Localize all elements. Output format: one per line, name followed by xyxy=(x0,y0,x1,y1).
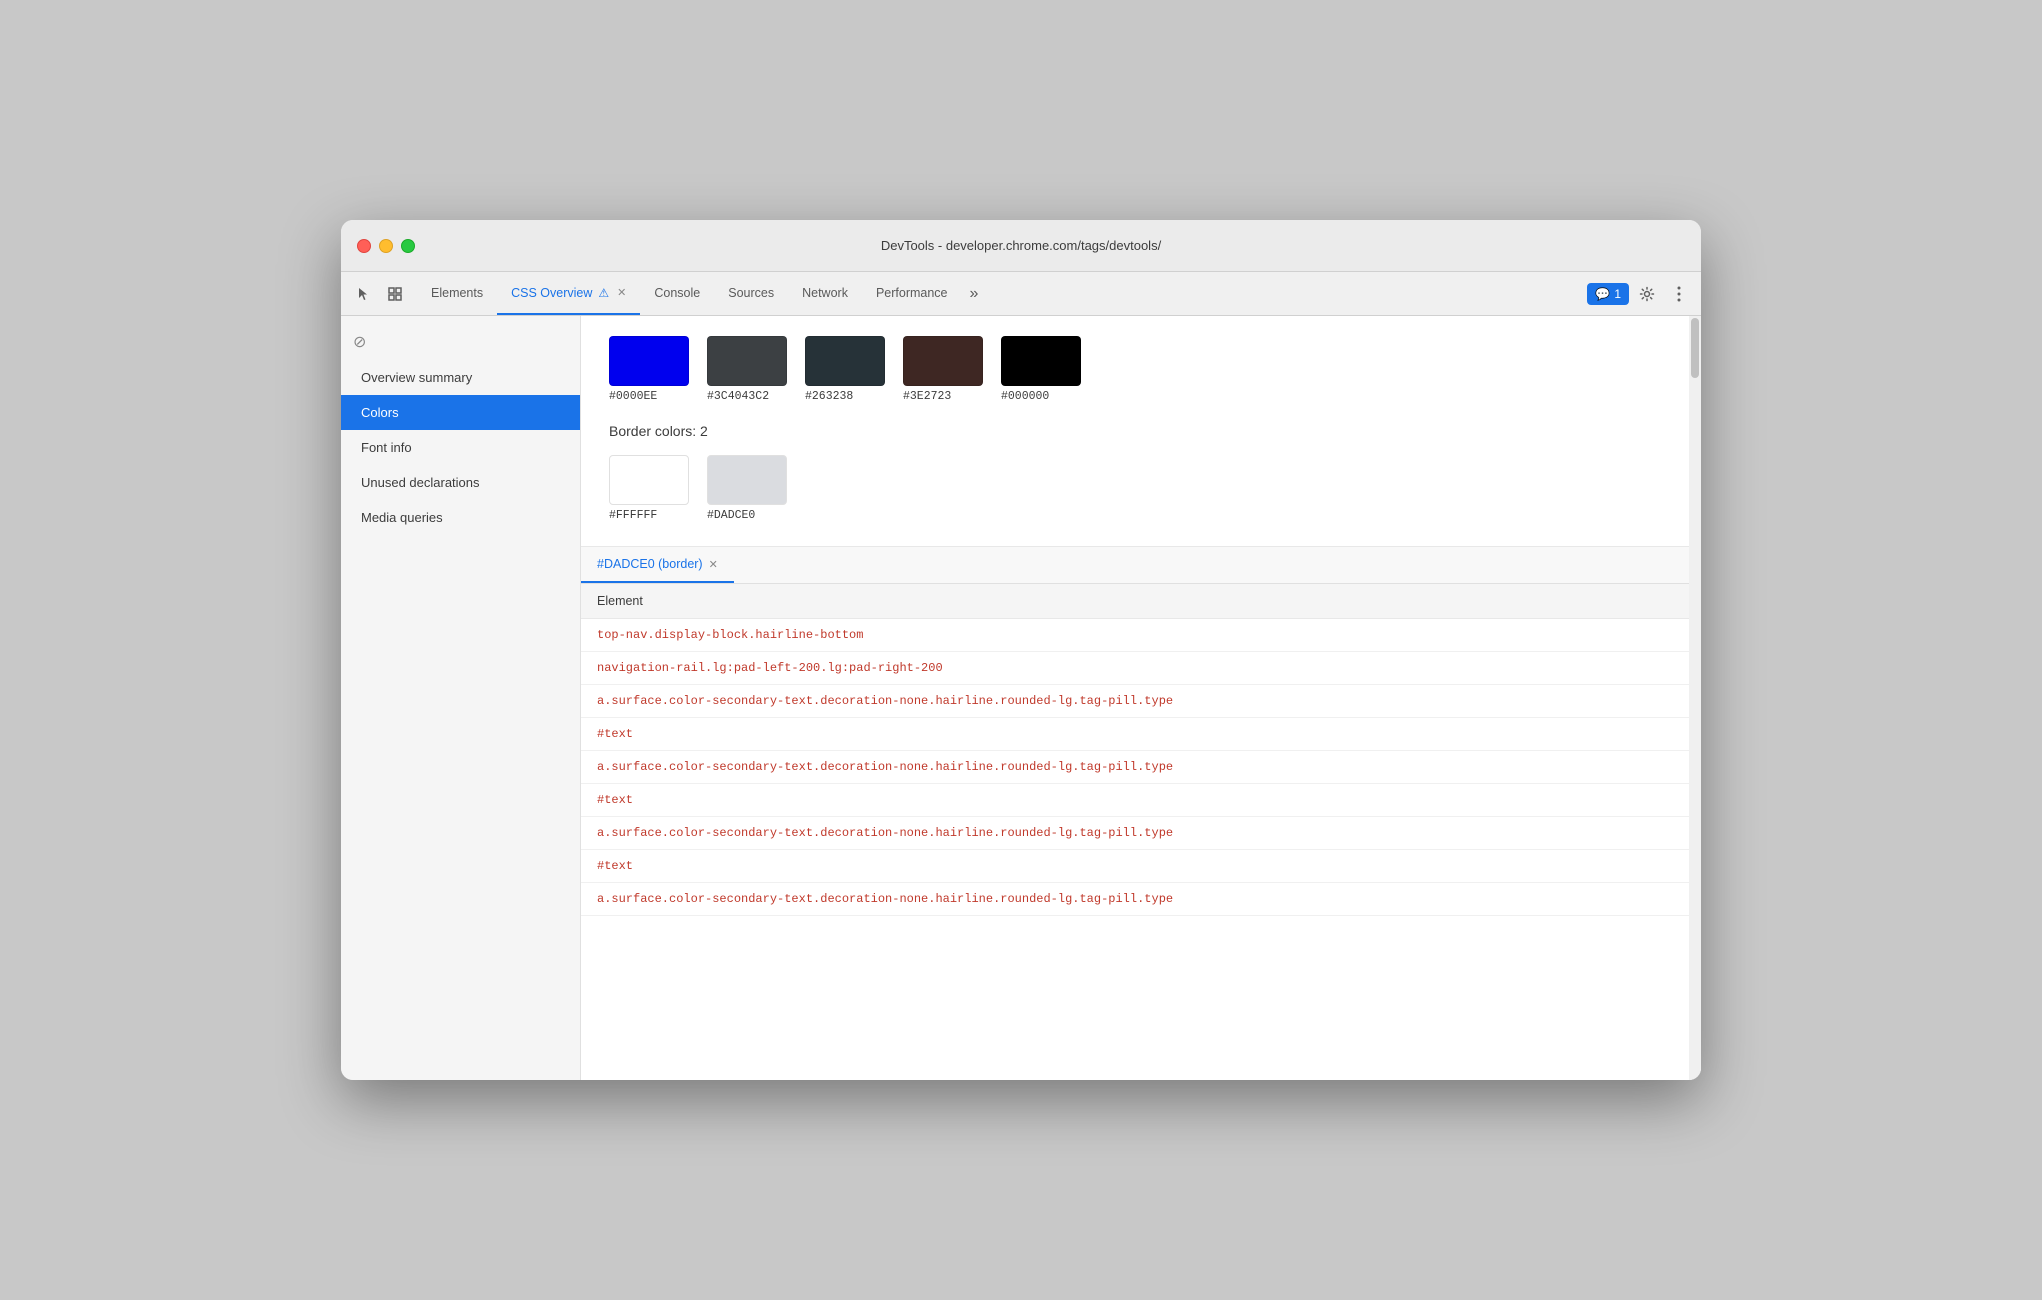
element-row[interactable]: a.surface.color-secondary-text.decoratio… xyxy=(581,685,1689,718)
border-swatch-item[interactable]: #FFFFFF xyxy=(609,455,689,522)
warning-icon: ⚠ xyxy=(598,286,609,300)
color-swatch[interactable] xyxy=(707,336,787,386)
border-swatch[interactable] xyxy=(609,455,689,505)
element-row[interactable]: #text xyxy=(581,718,1689,751)
more-tabs-button[interactable]: » xyxy=(962,272,987,315)
scrollbar-thumb[interactable] xyxy=(1691,318,1699,378)
tab-bar: Elements CSS Overview ⚠ ✕ Console Source… xyxy=(341,272,1701,316)
inspect-icon[interactable] xyxy=(381,280,409,308)
element-tabs: #DADCE0 (border) ✕ xyxy=(581,547,1689,584)
tabs-list: Elements CSS Overview ⚠ ✕ Console Source… xyxy=(417,272,1587,315)
colors-section: #0000EE #3C4043C2 #263238 xyxy=(581,316,1689,547)
top-color-swatches: #0000EE #3C4043C2 #263238 xyxy=(609,336,1661,403)
color-swatch-item[interactable]: #263238 xyxy=(805,336,885,403)
element-list-header: Element xyxy=(581,584,1689,619)
element-row[interactable]: navigation-rail.lg:pad-left-200.lg:pad-r… xyxy=(581,652,1689,685)
tab-network[interactable]: Network xyxy=(788,272,862,315)
tab-sources[interactable]: Sources xyxy=(714,272,788,315)
color-swatch[interactable] xyxy=(903,336,983,386)
title-bar: DevTools - developer.chrome.com/tags/dev… xyxy=(341,220,1701,272)
border-swatch[interactable] xyxy=(707,455,787,505)
sidebar-item-media-queries[interactable]: Media queries xyxy=(341,500,580,535)
element-row[interactable]: #text xyxy=(581,850,1689,883)
color-hex-label: #263238 xyxy=(805,390,853,403)
close-button[interactable] xyxy=(357,239,371,253)
color-swatch-item[interactable]: #000000 xyxy=(1001,336,1081,403)
element-row[interactable]: a.surface.color-secondary-text.decoratio… xyxy=(581,883,1689,916)
border-swatches-row: #FFFFFF #DADCE0 xyxy=(609,455,1661,522)
content-panel: #0000EE #3C4043C2 #263238 xyxy=(581,316,1701,1080)
element-row[interactable]: a.surface.color-secondary-text.decoratio… xyxy=(581,751,1689,784)
color-swatch[interactable] xyxy=(609,336,689,386)
sidebar-item-colors[interactable]: Colors xyxy=(341,395,580,430)
cursor-icon[interactable] xyxy=(349,280,377,308)
tab-performance[interactable]: Performance xyxy=(862,272,962,315)
sidebar-item-unused-declarations[interactable]: Unused declarations xyxy=(341,465,580,500)
color-hex-label: #3C4043C2 xyxy=(707,390,769,403)
element-panel: #DADCE0 (border) ✕ Element top-nav.displ… xyxy=(581,547,1689,1080)
sidebar-top: ⊘ xyxy=(341,324,580,360)
content-with-scrollbar: #0000EE #3C4043C2 #263238 xyxy=(581,316,1701,1080)
sidebar: ⊘ Overview summary Colors Font info Unus… xyxy=(341,316,581,1080)
tab-elements[interactable]: Elements xyxy=(417,272,497,315)
traffic-lights xyxy=(357,239,415,253)
element-row[interactable]: top-nav.display-block.hairline-bottom xyxy=(581,619,1689,652)
element-tab-dadce0[interactable]: #DADCE0 (border) ✕ xyxy=(581,547,734,583)
color-hex-label: #000000 xyxy=(1001,390,1049,403)
border-hex-label: #DADCE0 xyxy=(707,509,755,522)
border-colors-section: Border colors: 2 #FFFFFF #DADCE0 xyxy=(609,423,1661,522)
color-swatch-item[interactable]: #3E2723 xyxy=(903,336,983,403)
maximize-button[interactable] xyxy=(401,239,415,253)
chat-icon: 💬 xyxy=(1595,287,1610,301)
element-list: top-nav.display-block.hairline-bottom na… xyxy=(581,619,1689,1080)
more-options-icon[interactable] xyxy=(1665,280,1693,308)
tab-close-icon[interactable]: ✕ xyxy=(617,286,626,299)
element-row[interactable]: #text xyxy=(581,784,1689,817)
border-colors-heading: Border colors: 2 xyxy=(609,423,1661,439)
color-hex-label: #3E2723 xyxy=(903,390,951,403)
tab-console[interactable]: Console xyxy=(640,272,714,315)
border-swatch-item[interactable]: #DADCE0 xyxy=(707,455,787,522)
devtools-window: DevTools - developer.chrome.com/tags/dev… xyxy=(341,220,1701,1080)
element-tab-close-icon[interactable]: ✕ xyxy=(709,558,718,571)
color-hex-label: #0000EE xyxy=(609,390,657,403)
tab-css-overview[interactable]: CSS Overview ⚠ ✕ xyxy=(497,272,640,315)
sidebar-item-font-info[interactable]: Font info xyxy=(341,430,580,465)
element-row[interactable]: a.surface.color-secondary-text.decoratio… xyxy=(581,817,1689,850)
tab-bar-right: 💬 1 xyxy=(1587,272,1693,315)
border-hex-label: #FFFFFF xyxy=(609,509,657,522)
color-swatch-item[interactable]: #3C4043C2 xyxy=(707,336,787,403)
minimize-button[interactable] xyxy=(379,239,393,253)
window-title: DevTools - developer.chrome.com/tags/dev… xyxy=(881,238,1161,253)
sidebar-item-overview-summary[interactable]: Overview summary xyxy=(341,360,580,395)
chat-badge-button[interactable]: 💬 1 xyxy=(1587,283,1629,305)
settings-icon[interactable] xyxy=(1633,280,1661,308)
color-swatch[interactable] xyxy=(1001,336,1081,386)
color-swatch-item[interactable]: #0000EE xyxy=(609,336,689,403)
scrollbar-track[interactable] xyxy=(1689,316,1701,1080)
tab-bar-icons xyxy=(349,272,409,315)
main-area: ⊘ Overview summary Colors Font info Unus… xyxy=(341,316,1701,1080)
color-swatch[interactable] xyxy=(805,336,885,386)
no-entry-icon: ⊘ xyxy=(353,332,366,352)
